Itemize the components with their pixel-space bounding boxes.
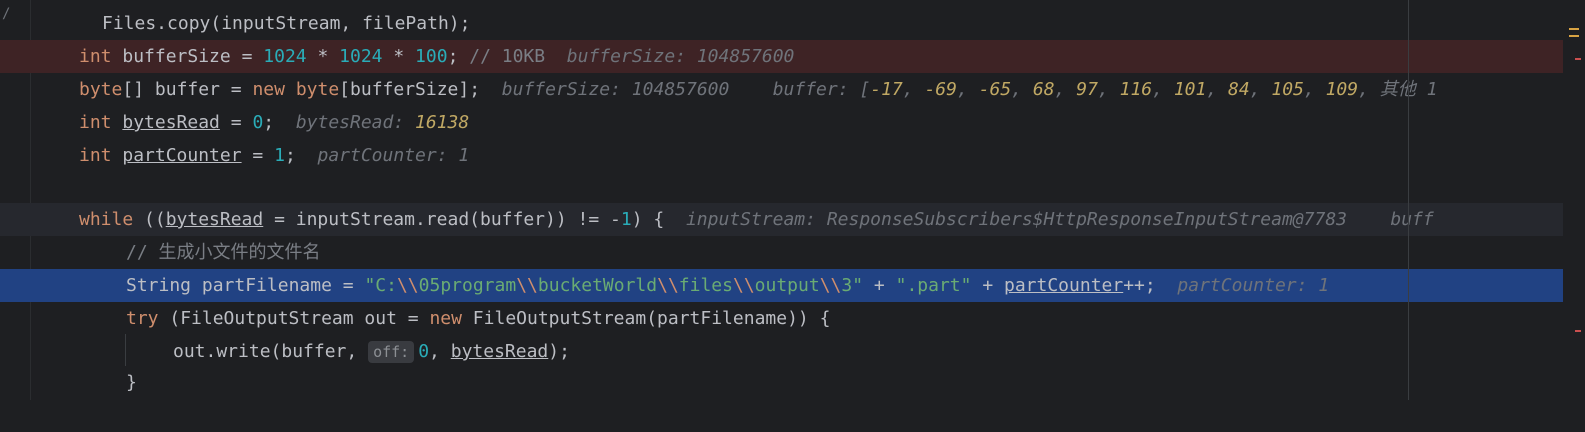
- code-line-write[interactable]: out.write(buffer, off: 0, bytesRead);: [0, 335, 1585, 368]
- code-line-buffer-decl[interactable]: byte[] buffer = new byte[bufferSize]; bu…: [0, 73, 1585, 106]
- code-content: out.write(buffer, off: 0, bytesRead);: [173, 341, 570, 363]
- code-line-bytes-read[interactable]: int bytesRead = 0; bytesRead: 16138: [0, 106, 1585, 139]
- code-content: int partCounter = 1; partCounter: 1: [79, 145, 470, 166]
- code-content: int bytesRead = 0; bytesRead: 16138: [79, 112, 470, 133]
- warning-stripe-marker[interactable]: [1575, 330, 1581, 332]
- keyword-int: int: [79, 46, 112, 67]
- editor-scrollbar[interactable]: [1563, 0, 1585, 400]
- indent-guide: [125, 334, 126, 366]
- code-comment: // 生成小文件的文件名: [126, 242, 321, 263]
- debug-inline-value: bufferSize: 104857600: [501, 79, 730, 100]
- breakpoint-stripe-marker[interactable]: [1575, 58, 1581, 60]
- code-content: while ((bytesRead = inputStream.read(buf…: [79, 209, 1434, 230]
- error-stripe-marker[interactable]: [1569, 35, 1579, 37]
- code-content: }: [126, 372, 137, 393]
- debug-inline-value: bytesRead:: [295, 112, 405, 133]
- error-stripe-marker[interactable]: [1569, 28, 1579, 30]
- inline-comment: // 10KB: [469, 46, 546, 67]
- debug-inline-value: partCounter: 1: [1177, 275, 1330, 296]
- code-line-buffer-size[interactable]: int bufferSize = 1024 * 1024 * 100; // 1…: [0, 40, 1585, 73]
- code-line-execution-point[interactable]: String partFilename = "C:\\05program\\bu…: [0, 269, 1585, 302]
- debug-inline-array: buffer: [: [772, 79, 871, 100]
- code-content: try (FileOutputStream out = new FileOutp…: [126, 308, 831, 329]
- variable-buffer-size: bufferSize: [122, 46, 231, 67]
- code-line-while[interactable]: while ((bytesRead = inputStream.read(buf…: [0, 203, 1585, 236]
- code-text: Files.copy(inputStream, filePath);: [102, 13, 471, 34]
- code-line-files-copy[interactable]: Files.copy(inputStream, filePath);: [0, 7, 1585, 40]
- code-line-comment[interactable]: // 生成小文件的文件名: [0, 236, 1585, 269]
- debug-inline-value: bufferSize: 104857600: [566, 46, 795, 67]
- debug-inline-value: partCounter: 1: [317, 145, 470, 166]
- code-line-part-counter[interactable]: int partCounter = 1; partCounter: 1: [0, 139, 1585, 172]
- code-content: int bufferSize = 1024 * 1024 * 100; // 1…: [79, 46, 795, 67]
- code-line-try[interactable]: try (FileOutputStream out = new FileOutp…: [0, 302, 1585, 335]
- parameter-hint: off:: [368, 341, 415, 363]
- code-line-close-brace[interactable]: }: [0, 366, 1585, 399]
- code-content: String partFilename = "C:\\05program\\bu…: [126, 275, 1330, 296]
- debug-inline-value: inputStream: ResponseSubscribers$HttpRes…: [685, 209, 1347, 230]
- right-margin-guide: [1408, 0, 1409, 400]
- code-content: byte[] buffer = new byte[bufferSize]; bu…: [79, 79, 1438, 100]
